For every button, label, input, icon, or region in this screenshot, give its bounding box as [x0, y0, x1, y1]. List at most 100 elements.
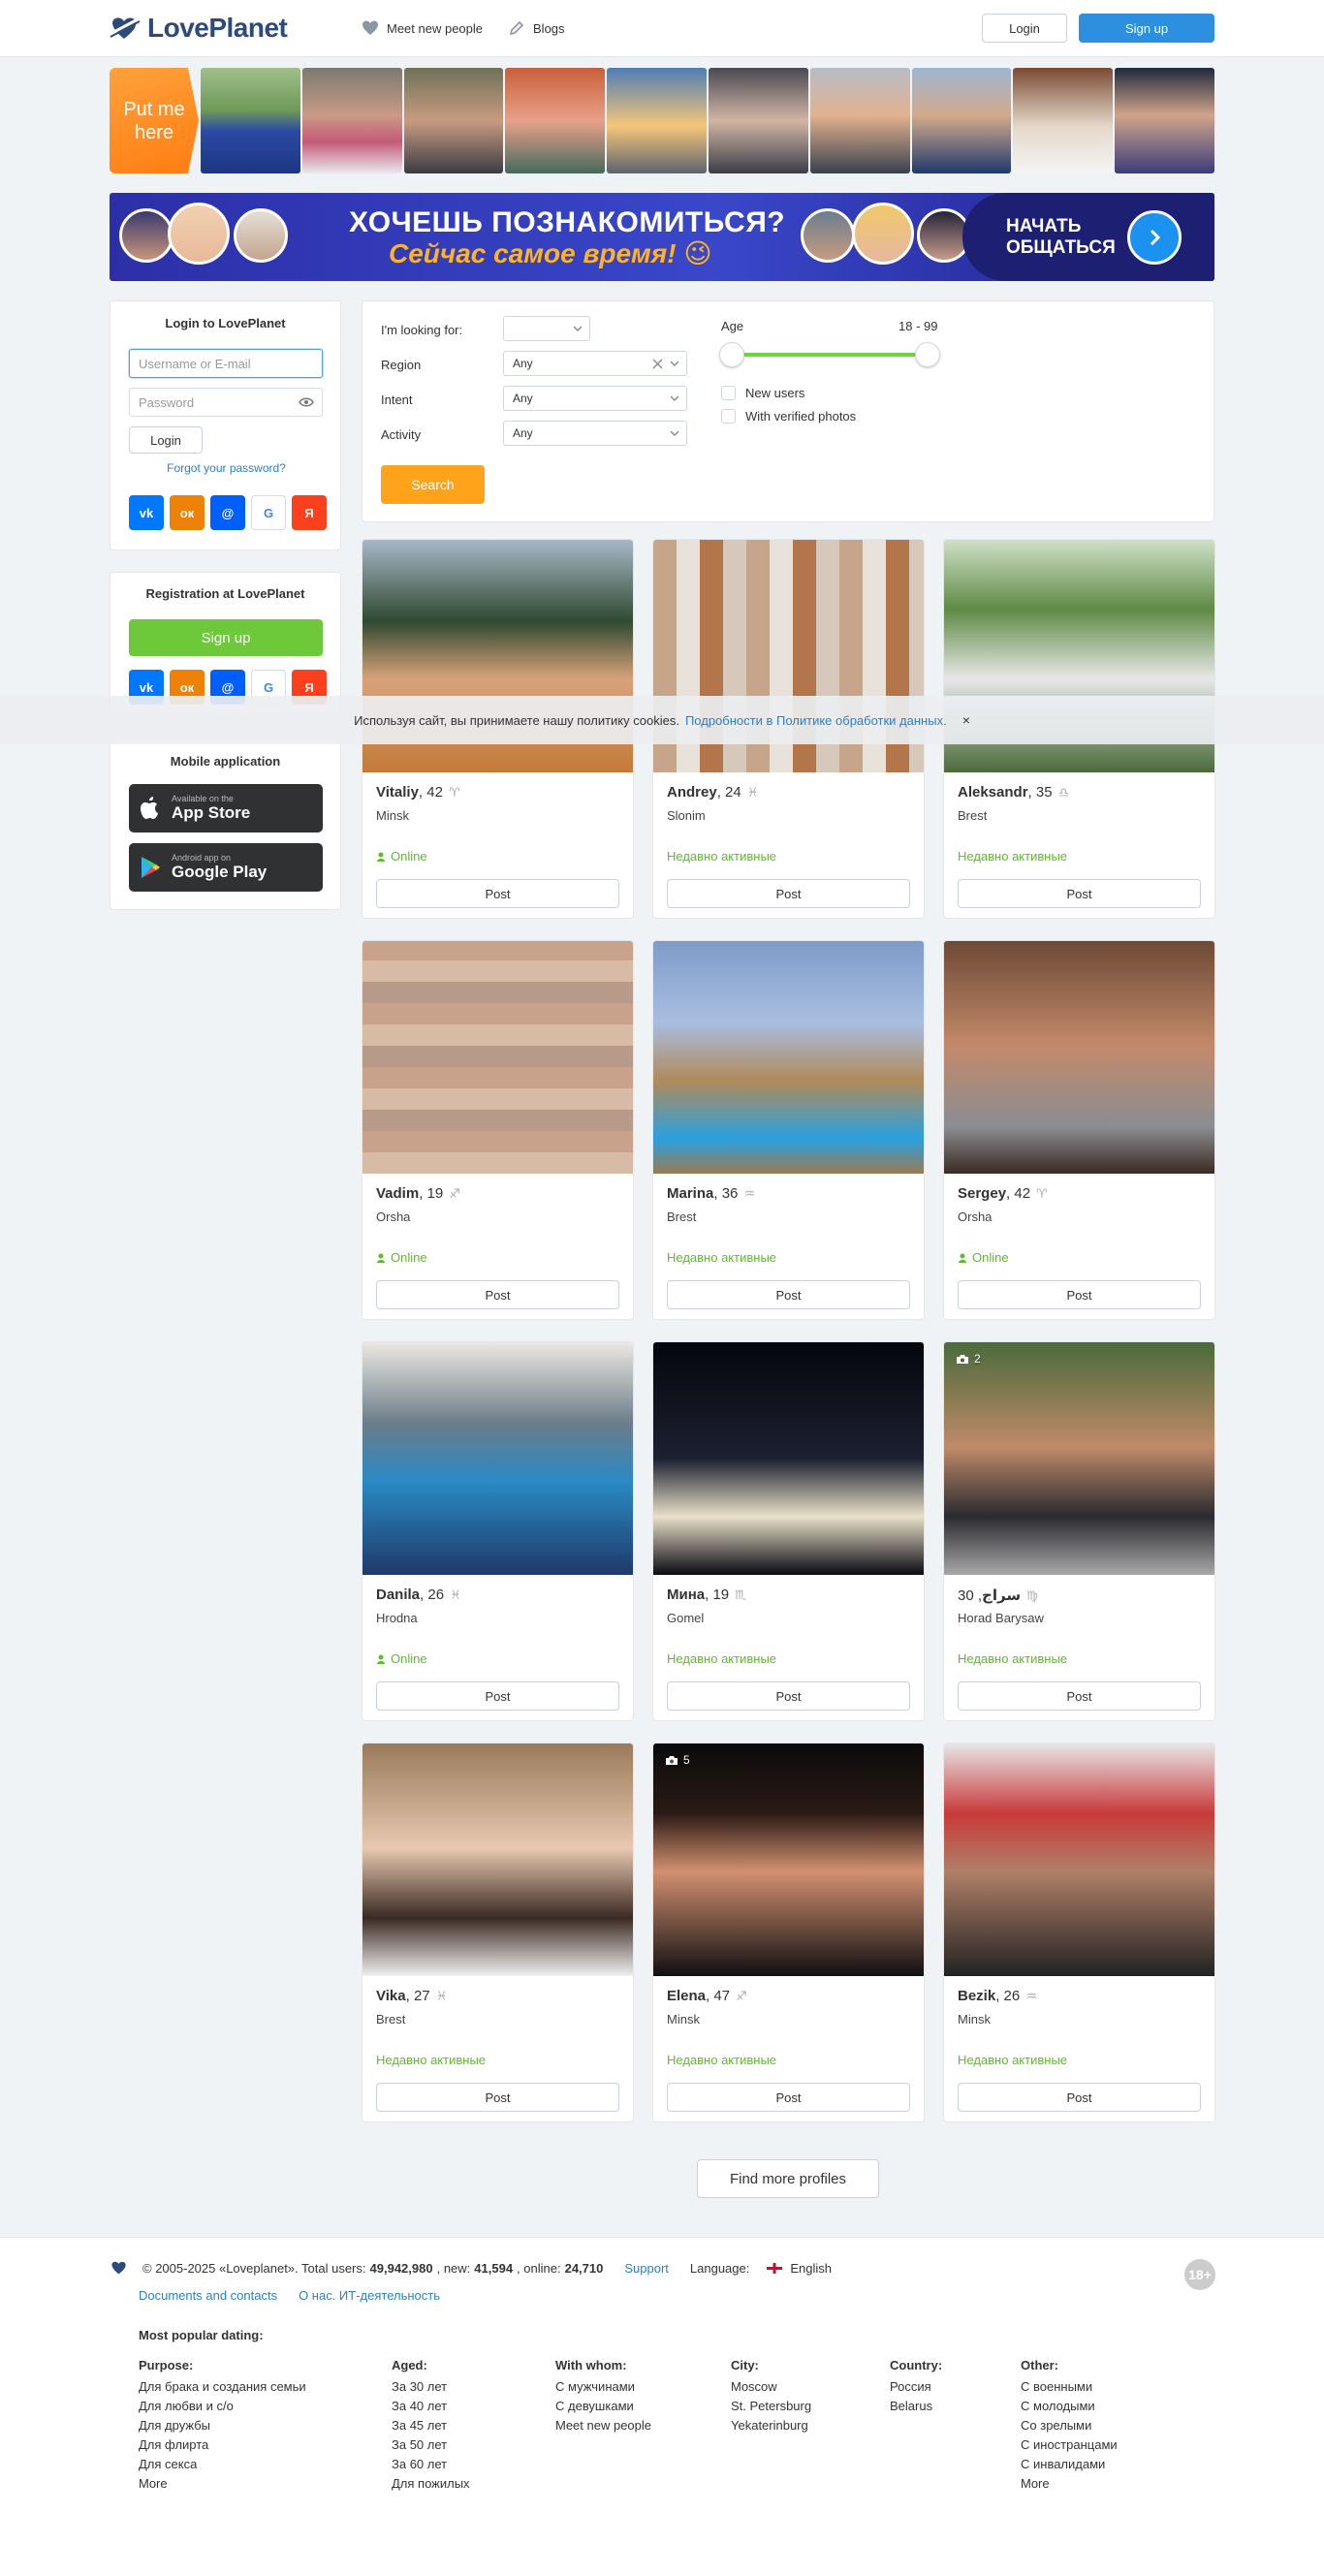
put-me-here-button[interactable]: Put me here	[110, 68, 199, 173]
footer-link[interactable]: Meet new people	[555, 2416, 651, 2435]
footer-link[interactable]: Для любви и с/о	[139, 2397, 306, 2416]
profile-name-age[interactable]: Danila, 26 ♓	[376, 1586, 461, 1603]
post-button[interactable]: Post	[667, 1681, 910, 1711]
footer-link[interactable]: За 50 лет	[392, 2435, 470, 2455]
banner-cta[interactable]: НАЧАТЬ ОБЩАТЬСЯ	[962, 193, 1214, 281]
strip-photo[interactable]	[911, 68, 1012, 173]
strip-photo[interactable]	[607, 68, 707, 173]
profile-card[interactable]: Danila, 26 ♓ Hrodna Online Post	[362, 1341, 634, 1721]
profile-photo[interactable]	[653, 1342, 924, 1575]
profile-name-age[interactable]: Vadim, 19 ♐	[376, 1185, 460, 1202]
footer-link[interactable]: За 45 лет	[392, 2416, 470, 2435]
post-button[interactable]: Post	[376, 2083, 619, 2112]
profile-name-age[interactable]: Marina, 36 ♒	[667, 1185, 755, 1202]
post-button[interactable]: Post	[958, 879, 1201, 908]
strip-photo[interactable]	[1013, 68, 1114, 173]
footer-link[interactable]: Для флирта	[139, 2435, 306, 2455]
footer-link[interactable]: За 40 лет	[392, 2397, 470, 2416]
profile-name-age[interactable]: Bezik, 26 ♒	[958, 1988, 1037, 2004]
strip-photo[interactable]	[1115, 68, 1214, 173]
strip-photo[interactable]	[505, 68, 606, 173]
find-more-profiles-button[interactable]: Find more profiles	[697, 2159, 879, 2198]
footer-link[interactable]: За 30 лет	[392, 2377, 470, 2397]
profile-card[interactable]: Bezik, 26 ♒ Minsk Недавно активные Post	[943, 1743, 1215, 2122]
logo[interactable]: LovePlanet	[109, 13, 288, 44]
verified-photos-checkbox[interactable]: With verified photos	[721, 409, 856, 424]
footer-link[interactable]: С инвалидами	[1021, 2455, 1118, 2474]
language-select[interactable]: English	[790, 2261, 832, 2276]
profile-photo[interactable]	[944, 1342, 1214, 1575]
age-slider[interactable]	[719, 342, 940, 367]
post-button[interactable]: Post	[667, 879, 910, 908]
profile-photo[interactable]	[363, 1342, 633, 1575]
footer-link[interactable]: More	[139, 2474, 306, 2494]
footer-link[interactable]: С иностранцами	[1021, 2435, 1118, 2455]
age-max-handle[interactable]	[915, 342, 940, 367]
search-button[interactable]: Search	[381, 465, 485, 504]
close-icon[interactable]: ×	[962, 712, 970, 728]
footer-link[interactable]: С девушками	[555, 2397, 651, 2416]
strip-photo[interactable]	[403, 68, 504, 173]
profile-card[interactable]: Мина, 19 ♏ Gomel Недавно активные Post	[652, 1341, 925, 1721]
looking-for-select[interactable]	[503, 316, 590, 341]
profile-card[interactable]: Sergey, 42 ♈ Orsha Online Post	[943, 940, 1215, 1320]
vk-icon[interactable]: vk	[129, 495, 164, 530]
footer-link[interactable]: Для дружбы	[139, 2416, 306, 2435]
footer-link[interactable]: С молодыми	[1021, 2397, 1118, 2416]
footer-link[interactable]: Для брака и создания семьи	[139, 2377, 306, 2397]
post-button[interactable]: Post	[958, 1681, 1201, 1711]
profile-card[interactable]: 5 Elena, 47 ♐ Minsk Недавно активные Post	[652, 1743, 925, 2122]
profile-name-age[interactable]: Elena, 47 ♐	[667, 1988, 747, 2004]
new-users-checkbox[interactable]: New users	[721, 386, 804, 400]
profile-card[interactable]: Marina, 36 ♒ Brest Недавно активные Post	[652, 940, 925, 1320]
support-link[interactable]: Support	[624, 2261, 669, 2276]
app-store-button[interactable]: Available on the App Store	[129, 784, 323, 832]
strip-photo[interactable]	[708, 68, 808, 173]
profile-name-age[interactable]: Мина, 19 ♏	[667, 1586, 746, 1603]
post-button[interactable]: Post	[376, 879, 619, 908]
footer-link[interactable]: Со зрелыми	[1021, 2416, 1118, 2435]
google-play-button[interactable]: Android app on Google Play	[129, 843, 323, 892]
footer-link[interactable]: С военными	[1021, 2377, 1118, 2397]
password-field[interactable]: Password	[129, 388, 323, 417]
yandex-icon[interactable]: Я	[292, 495, 327, 530]
forgot-password-link[interactable]: Forgot your password?	[110, 461, 342, 475]
footer-link[interactable]: Yekaterinburg	[731, 2416, 811, 2435]
odnoklassniki-icon[interactable]: ок	[170, 495, 205, 530]
post-button[interactable]: Post	[667, 1280, 910, 1309]
profile-name-age[interactable]: Andrey, 24 ♓	[667, 784, 758, 801]
profile-photo[interactable]	[653, 1744, 924, 1976]
profile-photo[interactable]	[944, 1744, 1214, 1976]
profile-card[interactable]: Vadim, 19 ♐ Orsha Online Post	[362, 940, 634, 1320]
profile-card[interactable]: Vika, 27 ♓ Brest Недавно активные Post	[362, 1743, 634, 2122]
footer-link[interactable]: Для пожилых	[392, 2474, 470, 2494]
username-field[interactable]: Username or E-mail	[129, 349, 323, 378]
footer-link[interactable]: За 60 лет	[392, 2455, 470, 2474]
profile-photo[interactable]	[944, 941, 1214, 1174]
login-button[interactable]: Login	[129, 426, 203, 454]
mailru-icon[interactable]: @	[210, 495, 245, 530]
clear-icon[interactable]	[652, 359, 663, 369]
profile-name-age[interactable]: سراج, 30 ♍	[958, 1586, 1038, 1604]
profile-card[interactable]: 2 سراج, 30 ♍ Horad Barysaw Недавно активн…	[943, 1341, 1215, 1721]
profile-name-age[interactable]: Aleksandr, 35 ♎	[958, 784, 1069, 801]
post-button[interactable]: Post	[376, 1280, 619, 1309]
strip-photo[interactable]	[301, 68, 402, 173]
footer-link[interactable]: Для секса	[139, 2455, 306, 2474]
post-button[interactable]: Post	[376, 1681, 619, 1711]
footer-link[interactable]: С мужчинами	[555, 2377, 651, 2397]
activity-select[interactable]: Any	[503, 421, 687, 446]
strip-photo[interactable]	[201, 68, 300, 173]
profile-photo[interactable]	[363, 1744, 633, 1976]
footer-link[interactable]: Moscow	[731, 2377, 811, 2397]
footer-link[interactable]: St. Petersburg	[731, 2397, 811, 2416]
cookie-policy-link[interactable]: Подробности в Политике обработки данных.	[685, 713, 947, 728]
profile-name-age[interactable]: Vitaliy, 42 ♈	[376, 784, 460, 801]
nav-blogs[interactable]: Blogs	[508, 19, 565, 37]
header-signup-button[interactable]: Sign up	[1079, 14, 1214, 43]
post-button[interactable]: Post	[958, 2083, 1201, 2112]
nav-meet-new-people[interactable]: Meet new people	[362, 19, 483, 37]
about-link[interactable]: О нас. ИТ-деятельность	[299, 2288, 440, 2303]
documents-link[interactable]: Documents and contacts	[139, 2288, 277, 2303]
profile-name-age[interactable]: Sergey, 42 ♈	[958, 1185, 1048, 1202]
